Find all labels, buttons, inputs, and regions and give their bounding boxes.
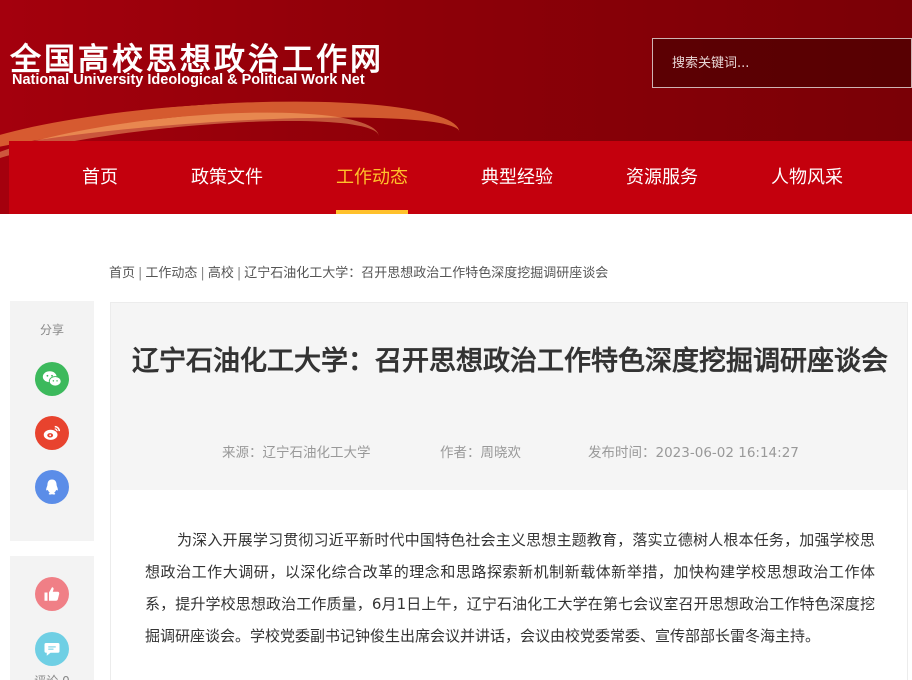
breadcrumb-separator: |	[200, 266, 205, 281]
nav-item-label: 政策文件	[191, 167, 263, 188]
breadcrumb-current: 辽宁石油化工大学：召开思想政治工作特色深度挖掘调研座谈会	[244, 266, 609, 281]
share-wechat-button[interactable]	[35, 362, 69, 396]
breadcrumb: 首页 | 工作动态 | 高校 | 辽宁石油化工大学：召开思想政治工作特色深度挖掘调研座谈会	[109, 262, 608, 281]
breadcrumb-separator: |	[138, 266, 143, 281]
nav-item-policy[interactable]: 政策文件	[191, 141, 263, 214]
site-logo-english[interactable]: National University Ideological & Politi…	[12, 72, 365, 88]
nav-item-work-news[interactable]: 工作动态	[336, 141, 408, 214]
nav-item-label: 首页	[82, 167, 118, 188]
breadcrumb-home[interactable]: 首页	[109, 266, 135, 281]
main-nav: 首页 政策文件 工作动态 典型经验 资源服务 人物风采	[9, 141, 912, 214]
breadcrumb-separator: |	[236, 266, 242, 281]
breadcrumb-section[interactable]: 工作动态	[145, 266, 197, 281]
weibo-icon	[43, 425, 61, 440]
comment-icon	[44, 643, 60, 656]
nav-item-label: 典型经验	[481, 167, 553, 188]
article-source: 来源：辽宁石油化工大学	[222, 445, 371, 461]
search-input[interactable]	[653, 39, 911, 87]
article-header: 辽宁石油化工大学：召开思想政治工作特色深度挖掘调研座谈会 来源：辽宁石油化工大学…	[110, 302, 908, 490]
action-panel: 评论 0	[10, 556, 94, 680]
comment-button[interactable]	[35, 632, 69, 666]
share-label: 分享	[39, 323, 64, 337]
article-paragraph: 为深入开展学习贯彻习近平新时代中国特色社会主义思想主题教育，落实立德树人根本任务…	[145, 531, 875, 645]
qq-icon	[46, 479, 58, 495]
nav-active-indicator	[336, 210, 408, 214]
share-qq-button[interactable]	[35, 470, 69, 504]
share-weibo-button[interactable]	[35, 416, 69, 450]
article-body: 为深入开展学习贯彻习近平新时代中国特色社会主义思想主题教育，落实立德树人根本任务…	[110, 490, 908, 680]
nav-item-people[interactable]: 人物风采	[771, 141, 843, 214]
nav-item-label: 资源服务	[626, 167, 698, 188]
nav-item-label: 工作动态	[336, 167, 408, 188]
nav-item-resources[interactable]: 资源服务	[626, 141, 698, 214]
wechat-icon	[42, 371, 62, 387]
share-panel: 分享	[10, 301, 94, 541]
nav-item-home[interactable]: 首页	[82, 141, 118, 214]
like-button[interactable]	[35, 577, 69, 611]
article-publish-time: 发布时间：2023-06-02 16:14:27	[588, 445, 799, 461]
comment-count: 评论 0	[10, 672, 94, 680]
article-author: 作者：周晓欢	[440, 445, 521, 461]
article-title: 辽宁石油化工大学：召开思想政治工作特色深度挖掘调研座谈会	[132, 346, 888, 377]
nav-item-cases[interactable]: 典型经验	[481, 141, 553, 214]
search-box[interactable]	[652, 38, 912, 88]
breadcrumb-category[interactable]: 高校	[208, 266, 234, 281]
thumbs-up-icon	[44, 587, 60, 601]
nav-item-label: 人物风采	[771, 167, 843, 188]
